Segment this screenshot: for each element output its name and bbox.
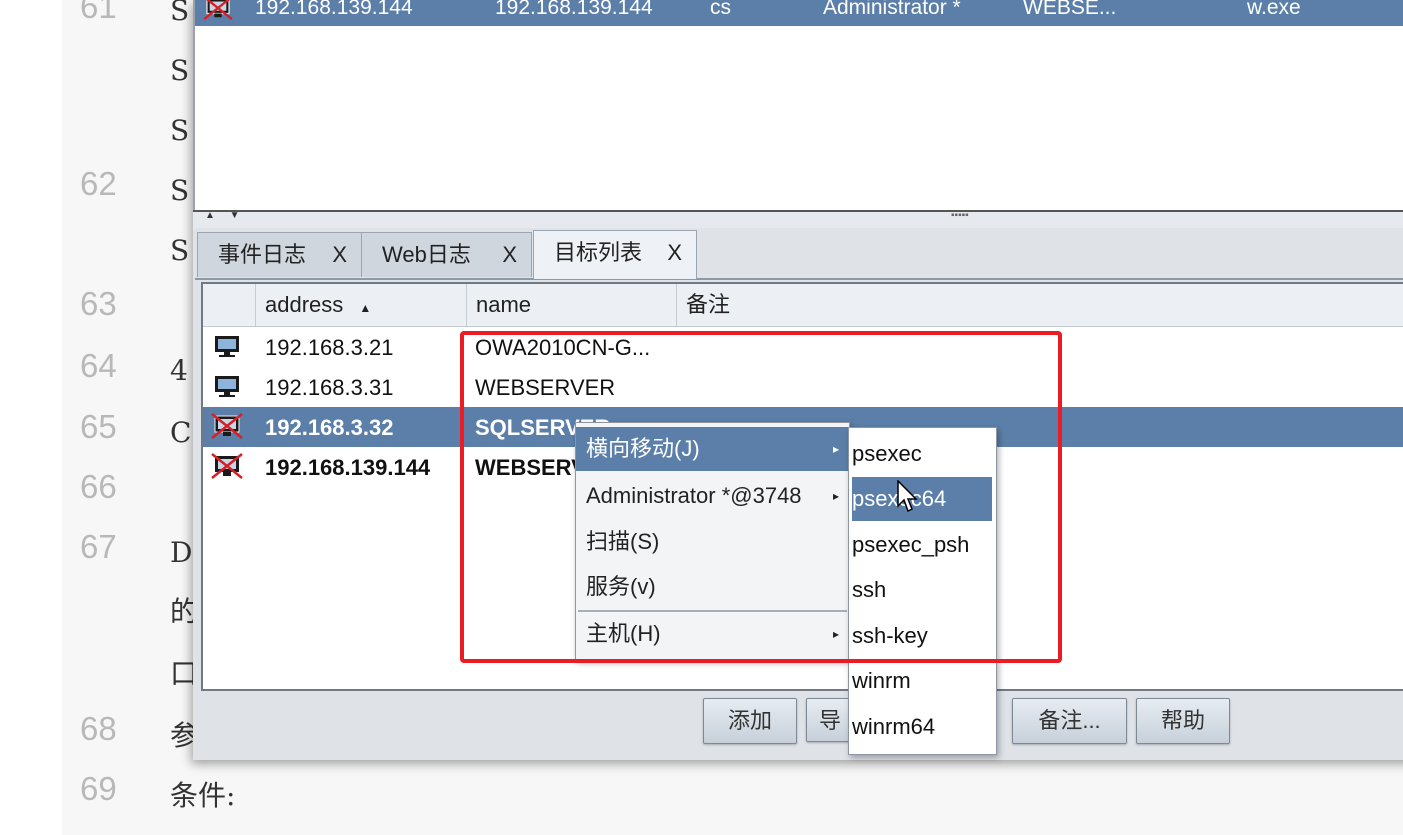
menu-item-label: 扫描(S) bbox=[586, 529, 660, 554]
submenu-item-psexec-psh[interactable]: psexec_psh bbox=[852, 523, 992, 567]
menu-item-scan[interactable]: 扫描(S) bbox=[576, 520, 849, 564]
column-name[interactable]: name bbox=[466, 284, 676, 326]
menu-item-label: 横向移动(J) bbox=[586, 436, 700, 461]
table-row[interactable]: 192.168.3.21 OWA2010CN-G... bbox=[203, 327, 1403, 367]
line-text: S bbox=[170, 0, 190, 27]
line-number: 63 bbox=[80, 285, 117, 322]
submenu-item-psexec[interactable]: psexec bbox=[852, 432, 992, 476]
line-number: 62 bbox=[80, 165, 117, 202]
submenu-arrow-icon: ▸ bbox=[832, 627, 839, 641]
submenu-item-ssh-key[interactable]: ssh-key bbox=[852, 614, 992, 658]
mouse-cursor-icon bbox=[897, 480, 918, 513]
line-number: 61 bbox=[80, 0, 117, 25]
session-row[interactable]: 192.168.139.144 192.168.139.144 cs Admin… bbox=[195, 0, 1403, 26]
submenu-item-psexec64[interactable]: psexec64 bbox=[852, 477, 992, 521]
submenu-item-winrm[interactable]: winrm bbox=[852, 659, 992, 703]
menu-item-host[interactable]: 主机(H) ▸ bbox=[576, 612, 849, 656]
session-process: w.exe bbox=[1247, 0, 1301, 19]
beacon-host-icon bbox=[203, 0, 233, 20]
menu-item-label: 服务(v) bbox=[586, 574, 656, 599]
line-number: 67 bbox=[80, 528, 117, 565]
line-text: 条件: bbox=[170, 779, 236, 812]
line-number: 66 bbox=[80, 468, 117, 505]
row-name: WEBSERVER bbox=[475, 375, 616, 400]
windows-host-icon bbox=[215, 376, 239, 397]
menu-item-lateral-movement[interactable]: 横向移动(J) ▸ bbox=[576, 427, 849, 471]
menu-item-label: 主机(H) bbox=[586, 621, 661, 646]
line-number: 68 bbox=[80, 710, 117, 747]
pane-splitter[interactable]: ▲ ▼ ▪▪▪▪▪ bbox=[193, 210, 1403, 230]
tab-targets[interactable]: 目标列表 X bbox=[533, 230, 697, 279]
column-address[interactable]: address ▲ bbox=[255, 284, 466, 326]
line-text: S bbox=[170, 174, 190, 207]
submenu-item-ssh[interactable]: ssh bbox=[852, 568, 992, 612]
session-listener: cs bbox=[710, 0, 731, 19]
session-external-ip: 192.168.139.144 bbox=[255, 0, 413, 19]
sessions-pane: 192.168.139.144 192.168.139.144 cs Admin… bbox=[193, 0, 1403, 210]
line-text: C bbox=[170, 416, 192, 449]
line-text: S bbox=[170, 114, 190, 147]
line-text: 4 bbox=[170, 354, 188, 387]
tab-event-log[interactable]: 事件日志 X bbox=[197, 232, 362, 277]
menu-item-services[interactable]: 服务(v) bbox=[576, 565, 849, 609]
compromised-host-icon bbox=[211, 413, 243, 439]
line-number: 65 bbox=[80, 408, 117, 445]
help-button[interactable]: 帮助 bbox=[1136, 698, 1230, 744]
windows-host-icon bbox=[215, 336, 239, 357]
column-label: address bbox=[265, 292, 344, 317]
session-user: Administrator * bbox=[823, 0, 961, 19]
row-name: OWA2010CN-G... bbox=[475, 335, 651, 360]
session-computer: WEBSE... bbox=[1023, 0, 1117, 19]
note-button[interactable]: 备注... bbox=[1012, 698, 1127, 744]
line-text: S bbox=[170, 54, 190, 87]
session-internal-ip: 192.168.139.144 bbox=[495, 0, 653, 19]
line-text: D bbox=[170, 536, 193, 569]
column-note[interactable]: 备注 bbox=[676, 284, 1403, 326]
tab-label: 事件日志 bbox=[218, 242, 307, 267]
menu-item-session[interactable]: Administrator *@3748 ▸ bbox=[576, 474, 849, 518]
submenu-arrow-icon: ▸ bbox=[832, 489, 839, 503]
line-number: 64 bbox=[80, 347, 117, 384]
tab-web-log[interactable]: Web日志 X bbox=[361, 232, 532, 277]
tab-bar: 事件日志 X Web日志 X 目标列表 X bbox=[195, 228, 1403, 280]
line-number: 69 bbox=[80, 770, 117, 807]
splitter-arrows-icon[interactable]: ▲ ▼ bbox=[205, 210, 246, 221]
close-icon[interactable]: X bbox=[502, 233, 517, 277]
splitter-grip-icon[interactable]: ▪▪▪▪▪ bbox=[951, 210, 969, 221]
row-address: 192.168.3.31 bbox=[265, 375, 394, 400]
table-row[interactable]: 192.168.3.31 WEBSERVER bbox=[203, 367, 1403, 407]
add-button[interactable]: 添加 bbox=[703, 698, 797, 744]
editor-gutter bbox=[0, 0, 62, 835]
context-menu: 横向移动(J) ▸ Administrator *@3748 ▸ 扫描(S) 服… bbox=[575, 422, 850, 660]
tab-label: Web日志 bbox=[382, 242, 471, 267]
close-icon[interactable]: X bbox=[667, 231, 682, 275]
tab-label: 目标列表 bbox=[554, 240, 643, 265]
line-text: S bbox=[170, 234, 190, 267]
row-address: 192.168.3.32 bbox=[265, 415, 394, 440]
row-address: 192.168.139.144 bbox=[265, 455, 431, 480]
submenu-arrow-icon: ▸ bbox=[832, 442, 839, 456]
submenu-item-winrm64[interactable]: winrm64 bbox=[852, 705, 992, 749]
compromised-host-icon bbox=[211, 453, 243, 479]
table-header: address ▲ name 备注 bbox=[203, 284, 1403, 327]
menu-item-label: Administrator *@3748 bbox=[586, 483, 802, 508]
close-icon[interactable]: X bbox=[332, 233, 347, 277]
sort-asc-icon: ▲ bbox=[359, 301, 372, 315]
row-address: 192.168.3.21 bbox=[265, 335, 394, 360]
lateral-movement-submenu: psexec psexec64 psexec_psh ssh ssh-key w… bbox=[848, 427, 997, 755]
